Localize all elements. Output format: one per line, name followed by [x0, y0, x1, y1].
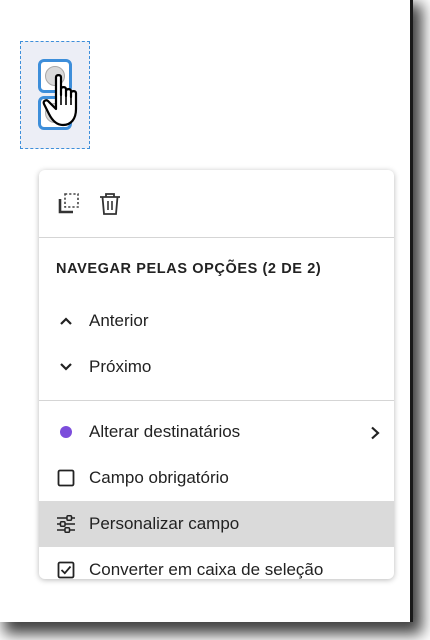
checkbox-checked-icon [56, 560, 76, 579]
menu-item-convert-to-checkbox[interactable]: Converter em caixa de seleção [39, 547, 394, 579]
menu-item-label: Personalizar campo [89, 514, 240, 533]
menu-item-label: Converter em caixa de seleção [89, 560, 324, 579]
menu-item-required-field[interactable]: Campo obrigatório [39, 455, 394, 501]
duplicate-icon[interactable] [56, 191, 82, 217]
sliders-icon [56, 514, 76, 534]
menu-item-label: Alterar destinatários [89, 422, 241, 441]
menu-item-label: Próximo [89, 357, 152, 376]
chevron-right-icon [368, 425, 382, 440]
menu-item-label: Campo obrigatório [89, 468, 229, 487]
context-menu: NAVEGAR PELAS OPÇÕES (2 DE 2) Anterior P… [39, 170, 394, 579]
hand-pointer-cursor-icon [42, 73, 92, 129]
navigation-section-title: NAVEGAR PELAS OPÇÕES (2 DE 2) [56, 261, 322, 277]
menu-item-label: Anterior [89, 311, 149, 330]
menu-item-previous[interactable]: Anterior [39, 298, 394, 344]
purple-dot-icon [56, 422, 76, 442]
menu-item-next[interactable]: Próximo [39, 344, 394, 390]
menu-spacer [39, 401, 394, 409]
chevron-down-icon [56, 357, 76, 377]
trash-icon[interactable] [97, 191, 123, 217]
menu-item-customize-field[interactable]: Personalizar campo [39, 501, 394, 547]
chevron-up-icon [56, 311, 76, 331]
menu-item-change-recipients[interactable]: Alterar destinatários [39, 409, 394, 455]
menu-toolbar [39, 170, 394, 237]
checkbox-empty-icon [56, 468, 76, 488]
